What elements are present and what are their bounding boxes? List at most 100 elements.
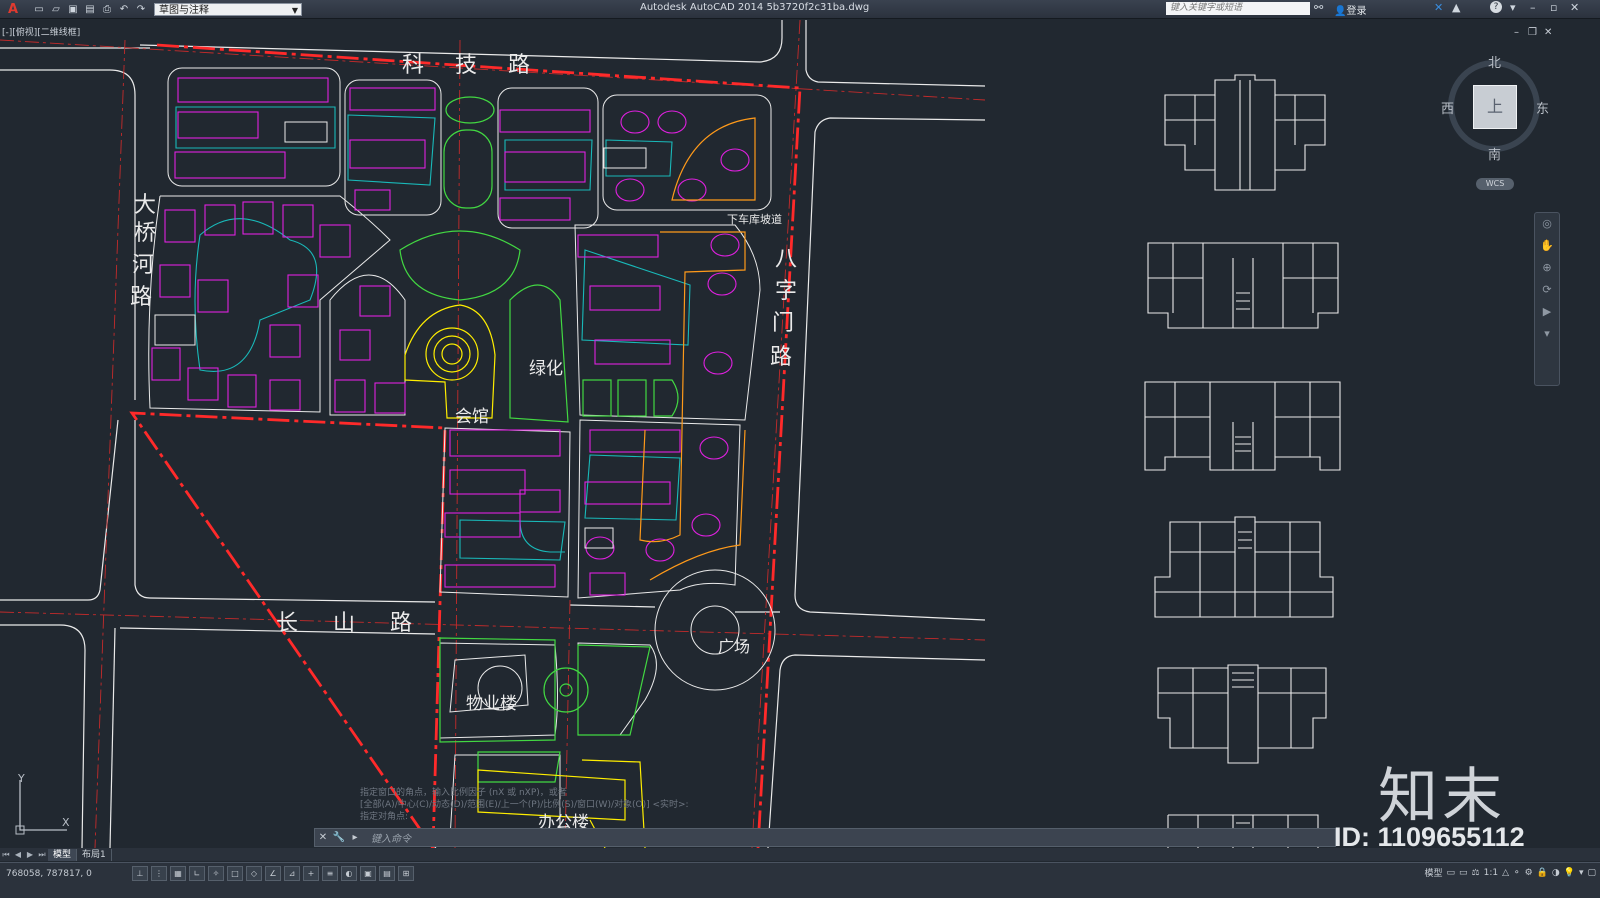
sc-icon[interactable]: ▤: [379, 866, 395, 881]
showmotion-icon[interactable]: ▶: [1535, 301, 1559, 323]
road-label-middle: 长 山 路: [276, 611, 426, 636]
am-icon[interactable]: ⊞: [398, 866, 414, 881]
road-label-right-3: 门: [772, 311, 794, 336]
zoom-icon[interactable]: ⊕: [1535, 257, 1559, 279]
status-bar: 768058, 787817, 0 ⊥ ⋮ ▦ ∟ ✧ □ ◇ ∠ ⊿ + ≡ …: [0, 862, 1600, 898]
quick-access-toolbar: ▭ ▱ ▣ ▤ ⎙ ↶ ↷: [32, 3, 148, 16]
command-history-line: 指定窗口的角点，输入比例因子 (nX 或 nXP)，或者: [360, 788, 567, 798]
command-prompt-icon[interactable]: ▸: [347, 832, 363, 843]
lineweight-icon[interactable]: ≡: [322, 866, 338, 881]
3dosnap-icon[interactable]: ◇: [246, 866, 262, 881]
polar-icon[interactable]: ✧: [208, 866, 224, 881]
viewcube-east[interactable]: 东: [1536, 98, 1549, 117]
road-label-top: 科 技 路: [402, 53, 542, 78]
grid-icon[interactable]: ▦: [170, 866, 186, 881]
steering-wheel-icon[interactable]: ◎: [1535, 213, 1559, 235]
title-bar: A ▭ ▱ ▣ ▤ ⎙ ↶ ↷ 草图与注释 ▼ Autodesk AutoCAD…: [0, 0, 1600, 19]
dyn-icon[interactable]: +: [303, 866, 319, 881]
wcs-menu-button[interactable]: WCS: [1476, 178, 1514, 190]
command-input[interactable]: 键入命令: [371, 830, 411, 845]
login-label: 登录: [1346, 6, 1367, 17]
plot-icon[interactable]: ⎙: [100, 3, 114, 16]
qp-icon[interactable]: ▣: [360, 866, 376, 881]
plaza-label: 广场: [718, 637, 750, 656]
autocad-logo-icon[interactable]: A: [0, 0, 26, 18]
road-label-left-1: 大: [134, 193, 156, 218]
annotation-visibility-icon[interactable]: △: [1502, 868, 1509, 878]
search-input[interactable]: 键入关键字或短语: [1166, 2, 1310, 15]
quick-view-drawings-icon[interactable]: ▭: [1459, 868, 1468, 878]
transparency-icon[interactable]: ◐: [341, 866, 357, 881]
chevron-down-icon: ▼: [291, 5, 298, 15]
ucs-x-label: X: [62, 816, 70, 829]
binoculars-icon[interactable]: ⚯: [1314, 1, 1323, 14]
hardware-accel-icon[interactable]: ◑: [1552, 868, 1560, 878]
green-label: 绿化: [529, 359, 563, 379]
viewcube-north[interactable]: 北: [1488, 52, 1501, 71]
tab-first-icon[interactable]: ⏮: [0, 850, 12, 860]
coordinates-readout[interactable]: 768058, 787817, 0: [6, 869, 92, 879]
save-icon[interactable]: ▣: [66, 3, 80, 16]
ucs-y-label: Y: [17, 772, 25, 785]
maximize-icon[interactable]: ▫: [1550, 1, 1557, 14]
workspace-select[interactable]: 草图与注释 ▼: [154, 2, 302, 16]
command-line: ✕ 🔧 ▸ 键入命令: [314, 828, 1336, 847]
viewcube[interactable]: 上 北 南 东 西: [1440, 52, 1550, 167]
status-right: 模型 ▭ ▭ ⚖ 1:1 △ ⚬ ⚙ 🔒 ◑ 💡 ▾ ▢: [1425, 866, 1597, 880]
tab-last-icon[interactable]: ⏭: [36, 850, 48, 860]
status-menu-icon[interactable]: ▾: [1579, 868, 1584, 878]
quick-view-layouts-icon[interactable]: ▭: [1447, 868, 1456, 878]
undo-icon[interactable]: ↶: [117, 3, 131, 16]
ucs-icon: Y X: [15, 772, 70, 835]
redo-icon[interactable]: ↷: [134, 3, 148, 16]
triangle-icon[interactable]: ▲: [1452, 1, 1460, 14]
ortho-icon[interactable]: ∟: [189, 866, 205, 881]
pan-icon[interactable]: ✋: [1535, 235, 1559, 257]
viewcube-south[interactable]: 南: [1488, 144, 1501, 163]
help-icon[interactable]: ?: [1490, 1, 1502, 13]
annotation-scale-label[interactable]: 1:1: [1484, 868, 1498, 878]
saveas-icon[interactable]: ▤: [83, 3, 97, 16]
road-label-left-4: 路: [130, 285, 152, 310]
ramp-label: 下车库坡道: [727, 212, 782, 226]
tab-next-icon[interactable]: ▶: [24, 850, 36, 859]
command-close-icon[interactable]: ✕: [315, 832, 331, 843]
otrack-icon[interactable]: ∠: [265, 866, 281, 881]
model-space-label[interactable]: 模型: [1425, 866, 1443, 879]
floor-plans: [1144, 74, 1341, 849]
isolate-objects-icon[interactable]: 💡: [1564, 868, 1575, 878]
exchange-icon[interactable]: ✕: [1434, 1, 1443, 14]
help-dropdown-icon[interactable]: ▾: [1510, 1, 1516, 14]
viewcube-top-face[interactable]: 上: [1473, 85, 1517, 129]
property-label: 物业楼: [466, 694, 517, 714]
login-button[interactable]: 👤登录: [1334, 2, 1366, 17]
tab-prev-icon[interactable]: ◀: [12, 850, 24, 859]
road-label-left-2: 桥: [134, 221, 156, 246]
workspace-switch-icon[interactable]: ⚙: [1525, 868, 1533, 878]
osnap-icon[interactable]: □: [227, 866, 243, 881]
snap-icon[interactable]: ⋮: [151, 866, 167, 881]
navigation-bar: ◎ ✋ ⊕ ⟳ ▶ ▾: [1534, 212, 1560, 386]
minimize-icon[interactable]: –: [1530, 1, 1536, 14]
tab-model[interactable]: 模型: [48, 848, 78, 861]
navbar-options-icon[interactable]: ▾: [1535, 323, 1559, 345]
open-icon[interactable]: ▱: [49, 3, 63, 16]
close-icon[interactable]: ✕: [1570, 1, 1579, 14]
command-history-line: 指定对角点:: [360, 812, 409, 822]
clean-screen-icon[interactable]: ▢: [1587, 868, 1596, 878]
infer-constraints-icon[interactable]: ⊥: [132, 866, 148, 881]
command-customize-icon[interactable]: 🔧: [331, 832, 347, 843]
user-icon: 👤: [1334, 6, 1347, 17]
annotation-scale-icon[interactable]: ⚖: [1472, 868, 1480, 878]
viewcube-west[interactable]: 西: [1441, 98, 1454, 117]
road-label-right-2: 字: [775, 279, 797, 304]
ducs-icon[interactable]: ⊿: [284, 866, 300, 881]
clubhouse-label: 会馆: [455, 407, 489, 427]
orbit-icon[interactable]: ⟳: [1535, 279, 1559, 301]
doc-close-icon[interactable]: ✕: [1544, 27, 1552, 38]
autoscale-icon[interactable]: ⚬: [1513, 868, 1521, 878]
drawing-canvas[interactable]: 科 技 路 大 桥 河 路 八 字 门 路 长 山 路 下车库坡道 绿化 会馆 …: [0, 19, 1530, 849]
lock-icon[interactable]: 🔒: [1537, 868, 1548, 878]
new-icon[interactable]: ▭: [32, 3, 46, 16]
tab-layout1[interactable]: 布局1: [77, 848, 112, 861]
